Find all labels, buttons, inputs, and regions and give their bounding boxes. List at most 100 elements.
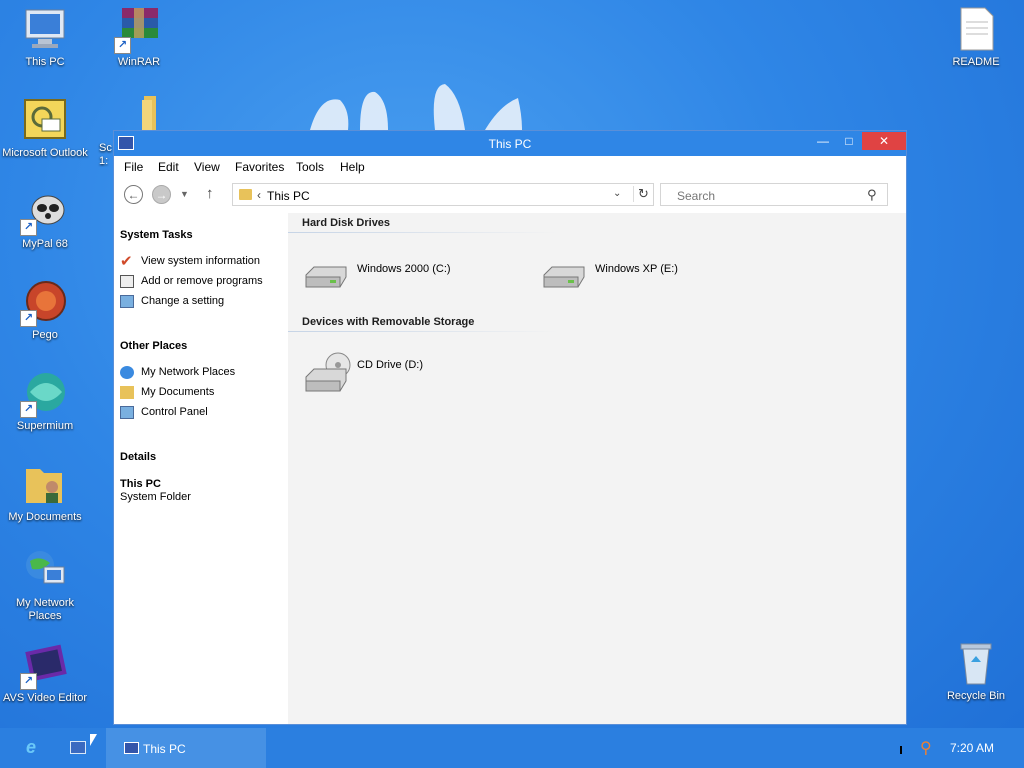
file-list: Hard Disk Drives Windows 2000 (C:) Windo… [288, 213, 906, 724]
desktop-icon-readme[interactable]: README [928, 6, 1024, 69]
pego-icon: ↗ [20, 279, 68, 327]
menu-bar: File Edit View Favorites Tools Help [114, 156, 906, 176]
show-desktop-icon[interactable] [70, 741, 86, 754]
network-globe-icon [120, 366, 134, 379]
desktop-icon-winrar[interactable]: ↗ WinRAR [91, 6, 187, 69]
drive-e[interactable]: Windows XP (E:) [540, 259, 740, 291]
desktop-icon-mypal[interactable]: ↗ MyPal 68 [0, 188, 93, 251]
menu-file[interactable]: File [124, 160, 143, 174]
taskbar-button-this-pc[interactable]: This PC [106, 728, 266, 768]
computer-icon [124, 742, 139, 754]
internet-explorer-icon[interactable]: e [26, 738, 44, 756]
explorer-window: This PC — □ ✕ File Edit View Favorites T… [114, 131, 906, 724]
address-bar[interactable]: ‹ This PC ⌄ ↻ [232, 183, 654, 206]
folder-icon [239, 189, 252, 200]
drive-label: CD Drive (D:) [357, 359, 423, 371]
desktop-icon-avs-video[interactable]: ↗ AVS Video Editor [0, 642, 93, 705]
wallpaper-shapes [310, 84, 522, 130]
forward-button[interactable]: → [152, 185, 171, 204]
hard-drive-icon [305, 266, 347, 288]
hard-drive-icon [543, 266, 585, 288]
group-header-hard-disks: Hard Disk Drives [302, 217, 391, 229]
control-panel-icon [120, 406, 134, 419]
maximize-button[interactable]: □ [836, 132, 862, 150]
video-editor-icon: ↗ [20, 642, 68, 690]
mouse-cursor [90, 734, 97, 746]
details-title: Details [120, 451, 157, 463]
desktop-icon-pego[interactable]: ↗ Pego [0, 279, 93, 342]
desktop-icon-label: Recycle Bin [946, 690, 1006, 702]
task-pane: System Tasks ✔ View system information A… [114, 213, 288, 724]
desktop-icon-my-documents[interactable]: My Documents [0, 461, 93, 524]
shortcut-arrow-icon: ↗ [20, 401, 37, 418]
tray-indicator[interactable] [900, 746, 902, 754]
tray-search-icon[interactable]: ⚲ [920, 738, 932, 758]
system-tasks-title: System Tasks [120, 229, 193, 241]
breadcrumb-chevron[interactable]: ‹ [257, 188, 261, 202]
documents-folder-icon [120, 386, 134, 399]
minimize-button[interactable]: — [810, 132, 836, 150]
add-remove-programs-icon [120, 275, 134, 288]
desktop-icon-label: Supermium [16, 420, 74, 432]
desktop-icon-label: Pego [32, 329, 58, 341]
menu-favorites[interactable]: Favorites [235, 160, 284, 174]
group-header-removable: Devices with Removable Storage [302, 316, 475, 328]
menu-help[interactable]: Help [340, 160, 365, 174]
drive-c[interactable]: Windows 2000 (C:) [302, 259, 502, 291]
search-input[interactable]: Search [677, 189, 715, 203]
network-globe-icon [22, 547, 68, 593]
desktop-icon-label: MyPal 68 [22, 238, 68, 250]
menu-tools[interactable]: Tools [296, 160, 324, 174]
desktop-icon-label: AVS Video Editor [3, 692, 87, 704]
supermium-icon: ↗ [20, 370, 68, 418]
search-icon[interactable]: ⚲ [867, 187, 877, 203]
desktop-icon-network-places[interactable]: My Network Places [0, 547, 93, 623]
desktop-icon-label: README [952, 56, 1000, 68]
navigation-bar: ← → ▼ ↑ ‹ This PC ⌄ ↻ Search ⚲ [114, 176, 906, 214]
breadcrumb-this-pc[interactable]: This PC [267, 189, 310, 203]
desktop-icon-this-pc[interactable]: This PC [0, 6, 93, 69]
back-button[interactable]: ← [124, 185, 143, 204]
drive-label: Windows XP (E:) [595, 263, 678, 275]
other-places-title: Other Places [120, 340, 188, 352]
group-divider [288, 232, 558, 233]
desktop-icon-supermium[interactable]: ↗ Supermium [0, 370, 93, 433]
computer-icon [22, 6, 68, 52]
shortcut-arrow-icon: ↗ [114, 37, 131, 54]
menu-edit[interactable]: Edit [158, 160, 179, 174]
clock[interactable]: 7:20 AM [950, 741, 994, 755]
up-arrow-icon[interactable]: ↑ [206, 185, 214, 202]
taskbar: e This PC ⚲ 7:20 AM [0, 728, 1024, 768]
group-divider [288, 331, 558, 332]
recycle-bin-icon [953, 640, 999, 686]
desktop-icon-label: This PC [25, 56, 65, 68]
shortcut-arrow-icon: ↗ [20, 673, 37, 690]
drive-label: Windows 2000 (C:) [357, 263, 451, 275]
close-button[interactable]: ✕ [862, 132, 906, 150]
outlook-icon [22, 97, 68, 143]
refresh-icon[interactable]: ↻ [633, 186, 649, 202]
mypal-raccoon-icon: ↗ [20, 188, 68, 236]
desktop-icon-label: Microsoft Outlook [2, 147, 88, 159]
documents-folder-icon [22, 461, 68, 507]
control-panel-icon [120, 295, 134, 308]
title-bar[interactable]: This PC — □ ✕ [114, 131, 906, 156]
address-dropdown-icon[interactable]: ⌄ [613, 188, 621, 199]
shortcut-arrow-icon: ↗ [20, 310, 37, 327]
taskbar-button-label: This PC [143, 742, 186, 756]
cd-drive-icon [305, 352, 351, 392]
desktop-icon-label: My Documents [8, 511, 82, 523]
drive-d[interactable]: CD Drive (D:) [302, 351, 502, 393]
desktop-icon-label: My Network Places [15, 597, 75, 622]
desktop-icon-outlook[interactable]: Microsoft Outlook [0, 97, 93, 160]
search-box[interactable]: Search ⚲ [660, 183, 888, 206]
recent-pages-dropdown-icon[interactable]: ▼ [180, 189, 189, 199]
checkmark-icon: ✔ [120, 253, 133, 270]
shortcut-arrow-icon: ↗ [20, 219, 37, 236]
winrar-icon: ↗ [114, 6, 162, 54]
desktop-icon-recycle-bin[interactable]: Recycle Bin [928, 640, 1024, 703]
window-title: This PC [488, 137, 532, 151]
details-name: This PC [120, 478, 161, 490]
text-file-icon [953, 6, 999, 52]
menu-view[interactable]: View [194, 160, 220, 174]
